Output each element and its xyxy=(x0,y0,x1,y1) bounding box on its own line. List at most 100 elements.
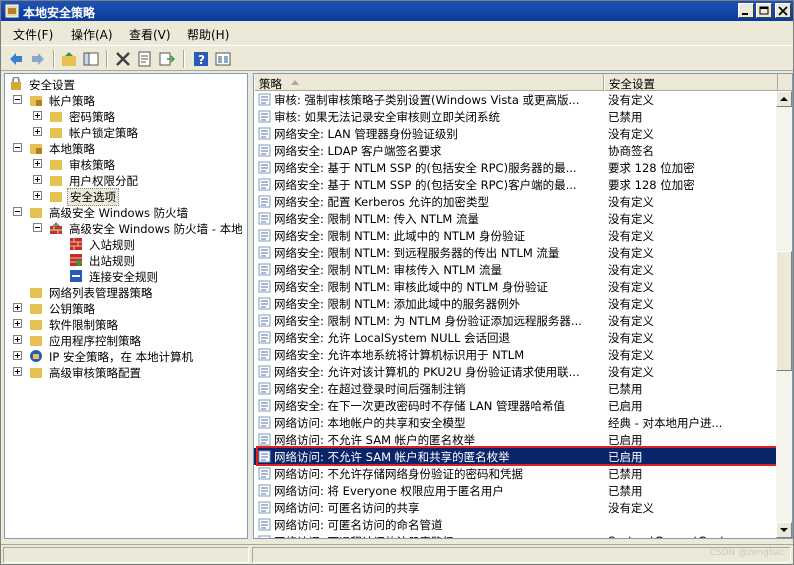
policy-row[interactable]: 网络安全: 允许 LocalSystem NULL 会话回退 没有定义 xyxy=(254,329,776,346)
policy-row[interactable]: 网络安全: 限制 NTLM: 传入 NTLM 流量 没有定义 xyxy=(254,210,776,227)
policy-list-panel[interactable]: 策略 安全设置 审核: 强制审核策略子类别设置(Windows Vista 或更… xyxy=(253,73,793,539)
scroll-up-button[interactable] xyxy=(776,91,792,107)
tree-label: 入站规则 xyxy=(89,238,135,252)
policy-row[interactable]: 网络安全: 基于 NTLM SSP 的(包括安全 RPC)服务器的最... 要求 … xyxy=(254,159,776,176)
tree-label: 本地策略 xyxy=(49,142,95,156)
policy-icon xyxy=(258,348,271,361)
policy-icon xyxy=(258,246,271,259)
policy-icon xyxy=(258,110,271,123)
list-header: 策略 安全设置 xyxy=(254,74,792,91)
tree-label-selected: 安全选项 xyxy=(67,188,119,206)
policy-row[interactable]: 审核: 如果无法记录安全审核则立即关闭系统 已禁用 xyxy=(254,108,776,125)
collapse-icon[interactable] xyxy=(13,143,22,152)
policy-row[interactable]: 网络访问: 可远程访问的注册表路径 System\CurrentContro... xyxy=(254,533,776,538)
scroll-down-button[interactable] xyxy=(776,522,792,538)
expand-icon[interactable] xyxy=(33,127,42,136)
column-header-policy[interactable]: 策略 xyxy=(254,74,604,91)
policy-icon xyxy=(258,127,271,140)
collapse-icon[interactable] xyxy=(13,207,22,216)
scroll-thumb[interactable] xyxy=(776,251,792,371)
policy-row[interactable]: 网络安全: 在下一次更改密码时不存储 LAN 管理器哈希值 已启用 xyxy=(254,397,776,414)
expand-icon[interactable] xyxy=(13,335,22,344)
export-icon xyxy=(159,52,175,66)
policy-icon xyxy=(258,297,271,310)
policy-row[interactable]: 网络访问: 可匿名访问的命名管道 xyxy=(254,516,776,533)
menu-file[interactable]: 文件(F) xyxy=(13,26,53,43)
main-window: 本地安全策略 文件(F) 操作(A) 查看(V) 帮助(H) ? 安全设置 帐户… xyxy=(0,0,794,565)
delete-icon xyxy=(116,52,130,66)
policy-row[interactable]: 网络安全: 限制 NTLM: 审核传入 NTLM 流量 没有定义 xyxy=(254,261,776,278)
folder-icon xyxy=(30,320,42,330)
title-bar[interactable]: 本地安全策略 xyxy=(1,1,793,21)
outbound-rules-icon xyxy=(70,254,82,266)
expand-icon[interactable] xyxy=(13,319,22,328)
policy-icon xyxy=(258,229,271,242)
export-button[interactable] xyxy=(157,49,177,69)
policy-row[interactable]: 网络安全: 允许对该计算机的 PKU2U 身份验证请求使用联... 没有定义 xyxy=(254,363,776,380)
forward-button[interactable] xyxy=(28,49,48,69)
folder-icon xyxy=(50,112,62,122)
maximize-button[interactable] xyxy=(756,3,772,18)
expand-icon[interactable] xyxy=(13,303,22,312)
policy-row[interactable]: 网络安全: LDAP 客户端签名要求 协商签名 xyxy=(254,142,776,159)
vertical-scrollbar[interactable] xyxy=(776,91,792,538)
policy-row[interactable]: 审核: 强制审核策略子类别设置(Windows Vista 或更高版... 没有定… xyxy=(254,91,776,108)
menu-help[interactable]: 帮助(H) xyxy=(187,26,229,43)
policy-row[interactable]: 网络安全: 限制 NTLM: 到远程服务器的传出 NTLM 流量 没有定义 xyxy=(254,244,776,261)
policy-name: 网络访问: 可远程访问的注册表路径 xyxy=(274,534,604,538)
ip-security-icon xyxy=(30,350,42,362)
show-tree-button[interactable] xyxy=(81,49,101,69)
policy-row[interactable]: 网络访问: 可匿名访问的共享 没有定义 xyxy=(254,499,776,516)
properties-button[interactable] xyxy=(135,49,155,69)
policy-row[interactable]: 网络访问: 本地帐户的共享和安全模型 经典 - 对本地用户进... xyxy=(254,414,776,431)
policy-icon xyxy=(258,144,271,157)
policy-row[interactable]: 网络安全: 允许本地系统将计算机标识用于 NTLM 没有定义 xyxy=(254,346,776,363)
menu-view[interactable]: 查看(V) xyxy=(129,26,171,43)
back-button[interactable] xyxy=(6,49,26,69)
collapse-icon[interactable] xyxy=(13,95,22,104)
help-button[interactable]: ? xyxy=(191,49,211,69)
folder-icon xyxy=(50,176,62,186)
policy-row[interactable]: 网络安全: 限制 NTLM: 添加此域中的服务器例外 没有定义 xyxy=(254,295,776,312)
policy-row[interactable]: 网络安全: 限制 NTLM: 审核此域中的 NTLM 身份验证 没有定义 xyxy=(254,278,776,295)
tree-label: 安全设置 xyxy=(29,78,75,92)
console-icon xyxy=(215,52,231,66)
expand-icon[interactable] xyxy=(33,159,42,168)
properties-icon xyxy=(138,51,151,67)
policy-row[interactable]: 网络安全: 基于 NTLM SSP 的(包括安全 RPC)客户端的最... 要求 … xyxy=(254,176,776,193)
policy-row[interactable]: 网络安全: 配置 Kerberos 允许的加密类型 没有定义 xyxy=(254,193,776,210)
policy-icon xyxy=(258,93,271,106)
column-label: 策略 xyxy=(259,77,282,91)
policy-icon xyxy=(258,314,271,327)
expand-icon[interactable] xyxy=(33,175,42,184)
policy-row[interactable]: 网络安全: 在超过登录时间后强制注销 已禁用 xyxy=(254,380,776,397)
policy-row[interactable]: 网络安全: LAN 管理器身份验证级别 没有定义 xyxy=(254,125,776,142)
menu-bar: 文件(F) 操作(A) 查看(V) 帮助(H) xyxy=(1,22,793,44)
console-button[interactable] xyxy=(213,49,233,69)
policy-row[interactable]: 网络安全: 限制 NTLM: 此域中的 NTLM 身份验证 没有定义 xyxy=(254,227,776,244)
up-folder-icon xyxy=(62,52,76,66)
tree-label: 高级审核策略配置 xyxy=(49,366,141,380)
menu-action[interactable]: 操作(A) xyxy=(71,26,113,43)
minimize-button[interactable] xyxy=(738,3,754,18)
column-header-setting[interactable]: 安全设置 xyxy=(604,74,778,91)
expand-icon[interactable] xyxy=(33,111,42,120)
delete-button[interactable] xyxy=(113,49,133,69)
tree-label: 帐户策略 xyxy=(49,94,95,108)
expand-icon[interactable] xyxy=(33,191,42,200)
policy-row[interactable]: 网络安全: 限制 NTLM: 为 NTLM 身份验证添加远程服务器... 没有定义 xyxy=(254,312,776,329)
policy-name: 网络访问: 可匿名访问的命名管道 xyxy=(274,518,443,532)
close-button[interactable] xyxy=(775,3,791,18)
up-folder-button[interactable] xyxy=(59,49,79,69)
tree-panel[interactable]: 安全设置 帐户策略 密码策略 帐户锁定策略 本地策略 审核策略 用户权限分配 安… xyxy=(4,73,248,539)
tree-label: 公钥策略 xyxy=(49,302,95,316)
policy-setting: 没有定义 xyxy=(608,246,654,260)
policy-row[interactable]: 网络访问: 不允许存储网络身份验证的密码和凭据 已禁用 xyxy=(254,465,776,482)
tree-label: 高级安全 Windows 防火墙 xyxy=(49,206,189,220)
expand-icon[interactable] xyxy=(13,351,22,360)
tree-label: 帐户锁定策略 xyxy=(69,126,138,140)
expand-icon[interactable] xyxy=(13,367,22,376)
policy-row[interactable]: 网络访问: 将 Everyone 权限应用于匿名用户 已禁用 xyxy=(254,482,776,499)
window-title: 本地安全策略 xyxy=(23,6,96,20)
collapse-icon[interactable] xyxy=(33,223,42,232)
